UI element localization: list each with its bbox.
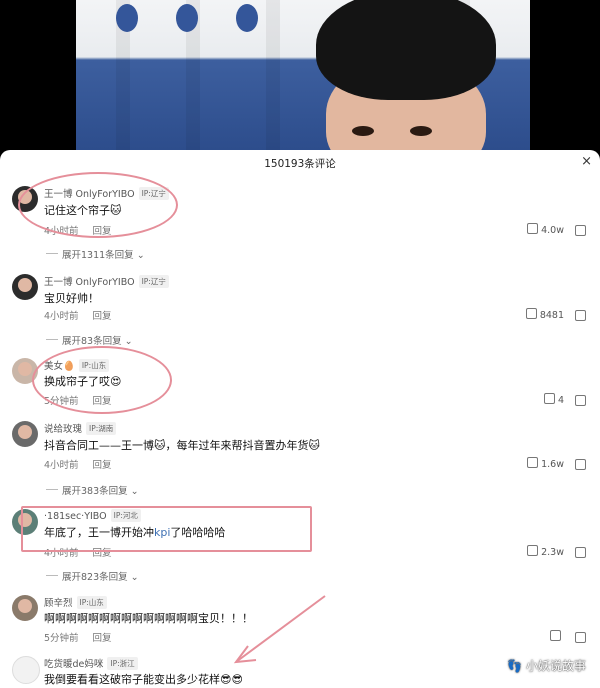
- video-frame: [76, 0, 530, 150]
- comment-panel: 150193条评论 × 王一博 OnlyForYIBO IP:辽宁 记住这个帘子🐱…: [0, 150, 600, 688]
- person-hair: [316, 0, 496, 100]
- watermark: 👣 小妖说故事: [507, 659, 586, 673]
- video-player[interactable]: [0, 0, 600, 150]
- annotation-arrow: [233, 595, 326, 664]
